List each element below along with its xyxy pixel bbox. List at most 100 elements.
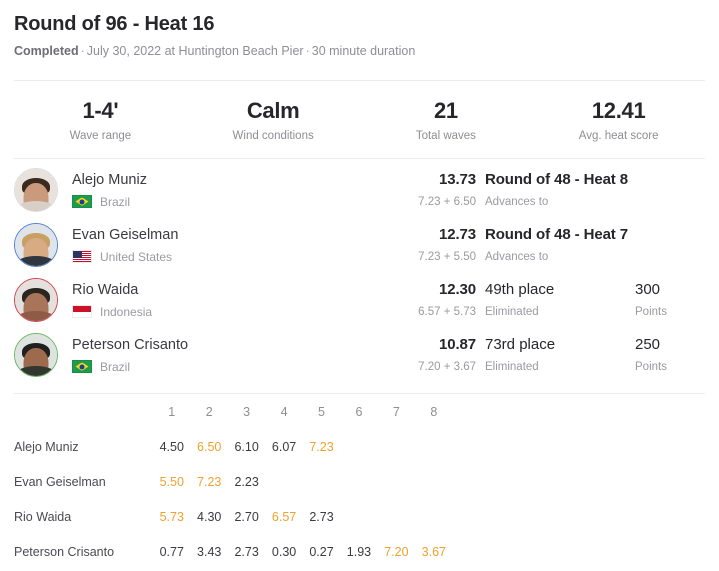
points-label: Points: [635, 305, 667, 318]
result-status: Eliminated: [485, 305, 539, 318]
surfer-identity: Rio Waida Indonesia: [72, 280, 389, 320]
wave-row-spacer: [453, 534, 705, 569]
score-breakdown: 7.20 + 3.67: [418, 360, 476, 373]
result-destination: Round of 48 - Heat 7: [485, 225, 629, 243]
stat-wave-range: 1-4' Wave range: [14, 97, 187, 144]
separator-dot-2: ·: [305, 44, 310, 58]
avatar: [14, 332, 58, 377]
wave-score-cell: 4.30: [197, 509, 222, 524]
points-column: 300 Points: [635, 280, 705, 320]
score-column: 13.73 7.23 + 6.50: [389, 170, 485, 210]
wave-score-cell: 2.73: [309, 509, 334, 524]
heat-date-location: July 30, 2022 at Huntington Beach Pier: [86, 44, 304, 58]
wave-score-cell: 6.50: [197, 439, 222, 454]
table-row: Alejo Muniz 4.50 6.50 6.10 6.07 7.23: [14, 429, 705, 464]
wave-score-cell: [303, 464, 340, 499]
surfer-portrait-icon: [15, 168, 57, 211]
stat-avg-heat-score: 12.41 Avg. heat score: [532, 97, 705, 144]
wave-score-cell: 6.07: [271, 439, 297, 454]
result-destination: 49th place: [485, 280, 555, 298]
stat-value: 21: [433, 98, 458, 123]
wave-score-cell: 2.73: [234, 544, 259, 559]
wave-score-cell: 5.50: [159, 474, 184, 489]
score-breakdown: 7.23 + 6.50: [418, 195, 476, 208]
stat-label: Total waves: [415, 130, 476, 142]
heat-total-score: 12.30: [438, 280, 476, 298]
country-label: Indonesia: [100, 304, 153, 319]
wave-score-cell: 7.23: [197, 474, 222, 489]
result-destination: Round of 48 - Heat 8: [485, 170, 629, 188]
flag-icon: [72, 305, 92, 318]
result-column: 73rd place Eliminated: [485, 335, 635, 375]
stat-value: Calm: [246, 98, 300, 123]
table-row: Peterson Crisanto 0.77 3.43 2.73 0.30 0.27 1.9…: [14, 534, 705, 569]
score-column: 12.30 6.57 + 5.73: [389, 280, 485, 320]
wave-score-cell: 3.43: [197, 544, 222, 559]
wave-number-header: 5: [318, 404, 325, 419]
avatar: [14, 167, 58, 212]
wave-score-cell: [265, 464, 302, 499]
points-column: 250 Points: [635, 335, 705, 375]
points-value: 250: [635, 335, 661, 353]
surfer-country: Brazil: [72, 194, 389, 210]
result-column: Round of 48 - Heat 8 Advances to: [485, 170, 635, 210]
wave-table-body: Alejo Muniz 4.50 6.50 6.10 6.07 7.23 Evan Geis…: [14, 429, 705, 569]
heat-header: Round of 96 - Heat 16 Completed · July 30,…: [14, 0, 705, 60]
wave-row-surfer-name: Peterson Crisanto: [14, 544, 115, 559]
result-column: 49th place Eliminated: [485, 280, 635, 320]
stat-label: Wave range: [69, 130, 132, 142]
wave-score-cell: [378, 429, 415, 464]
wave-score-cell: 4.50: [159, 439, 184, 454]
wave-score-cell: 1.93: [346, 544, 372, 559]
stat-label: Wind conditions: [232, 130, 314, 142]
wave-row-spacer: [453, 464, 705, 499]
points-label: Points: [635, 360, 667, 373]
wave-number-header: 2: [205, 404, 213, 419]
wave-score-cell: [340, 464, 377, 499]
surfer-row[interactable]: Alejo Muniz Brazil 13.73 7.23 + 6.50 Round o…: [14, 162, 705, 217]
surfer-name: Rio Waida: [72, 281, 139, 298]
wave-score-cell: 6.10: [234, 439, 259, 454]
surfer-country: Brazil: [72, 359, 389, 375]
heat-total-score: 13.73: [438, 170, 476, 188]
wave-row-surfer-name: Alejo Muniz: [14, 439, 79, 454]
wave-row-surfer-name: Evan Geiselman: [14, 474, 106, 489]
wave-table-header-row: 1 2 3 4 5 6 7 8: [14, 394, 705, 429]
wave-score-cell: [378, 464, 415, 499]
wave-number-header: 7: [392, 404, 400, 419]
wave-score-cell: [340, 499, 377, 534]
surfer-row[interactable]: Evan Geiselman United States 12.73 7.23 + 5…: [14, 217, 705, 272]
surfer-row[interactable]: Rio Waida Indonesia 12.30 6.57 + 5.73 49th p…: [14, 272, 705, 327]
heat-total-score: 12.73: [438, 225, 476, 243]
wave-table-spacer: [453, 394, 705, 429]
score-column: 12.73 7.23 + 5.50: [389, 225, 485, 265]
surfer-country: Indonesia: [72, 304, 389, 320]
surfer-identity: Alejo Muniz Brazil: [72, 170, 389, 210]
wave-score-cell: 6.57: [271, 509, 297, 524]
points-value: 300: [635, 280, 661, 298]
heat-result-page: Round of 96 - Heat 16 Completed · July 30,…: [0, 0, 719, 571]
wave-number-header: 4: [280, 404, 288, 419]
score-breakdown: 6.57 + 5.73: [418, 305, 476, 318]
surfer-row[interactable]: Peterson Crisanto Brazil 10.87 7.20 + 3.67 7…: [14, 327, 705, 382]
status-badge: Completed: [14, 44, 79, 58]
wave-score-cell: 0.30: [271, 544, 297, 559]
wave-row-spacer: [453, 429, 705, 464]
heat-duration: 30 minute duration: [311, 44, 416, 58]
flag-icon: [72, 360, 92, 373]
surfer-name: Evan Geiselman: [72, 226, 179, 243]
surfer-portrait-icon: [15, 278, 57, 321]
result-destination: 73rd place: [485, 335, 556, 353]
country-label: United States: [100, 249, 173, 264]
stat-value: 1-4': [82, 98, 119, 123]
wave-score-cell: 2.70: [234, 509, 259, 524]
wave-number-header: 8: [430, 404, 438, 419]
wave-number-header: 6: [355, 404, 363, 419]
wave-score-cell: 7.20: [384, 544, 409, 559]
heat-subtitle: Completed · July 30, 2022 at Huntington Be…: [14, 42, 705, 60]
result-column: Round of 48 - Heat 7 Advances to: [485, 225, 635, 265]
table-row: Rio Waida 5.73 4.30 2.70 6.57 2.73: [14, 499, 705, 534]
wave-table-corner: [14, 394, 153, 429]
wave-score-cell: 0.77: [159, 544, 184, 559]
stat-total-waves: 21 Total waves: [360, 97, 533, 144]
